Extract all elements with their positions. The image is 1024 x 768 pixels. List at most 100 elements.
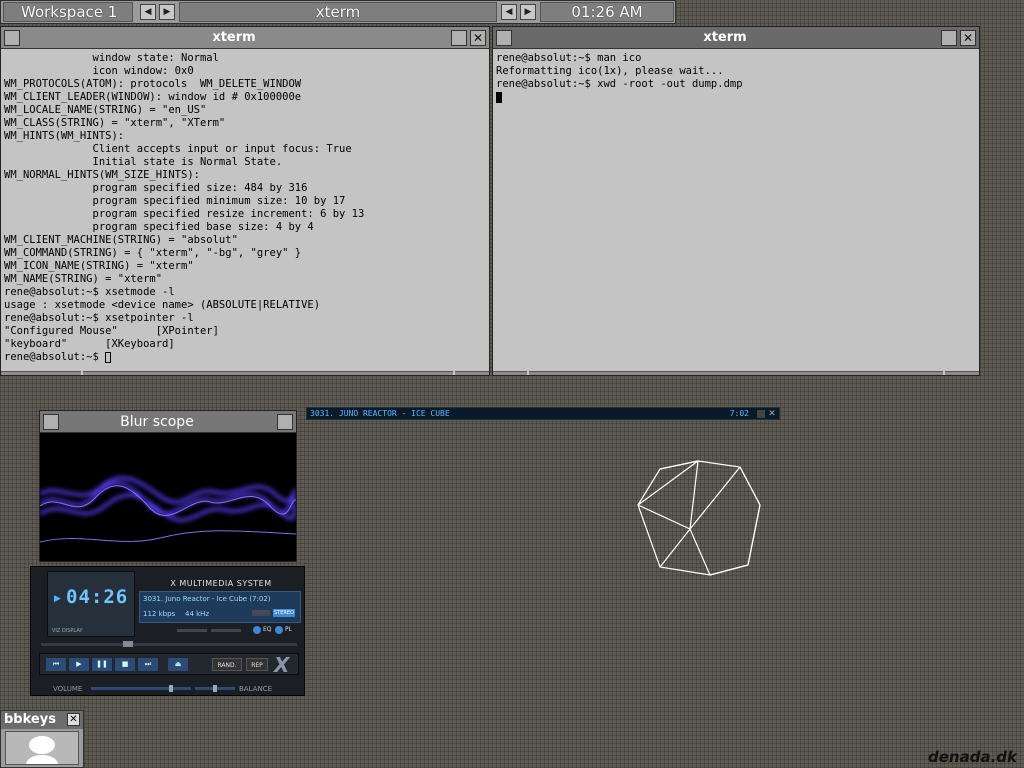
terminal-line: program specified resize increment: 6 by… bbox=[4, 208, 365, 220]
terminal-line: icon window: 0x0 bbox=[4, 65, 194, 77]
eject-icon: ⏏ bbox=[174, 660, 182, 668]
xmms-player-window[interactable]: ▶ 04:26 VIZ DISPLAY X MULTIMEDIA SYSTEM … bbox=[30, 566, 305, 696]
stop-icon: ■ bbox=[121, 660, 129, 668]
blur-scope-titlebar[interactable]: Blur scope bbox=[40, 411, 296, 433]
volume-handle[interactable] bbox=[169, 685, 173, 692]
play-indicator-icon: ▶ bbox=[54, 594, 61, 604]
right-arrow-icon: ▶ bbox=[163, 7, 171, 17]
shuffle-button[interactable]: RAND. bbox=[212, 658, 242, 671]
xterm-right-window[interactable]: xterm ✕ rene@absolut:~$ man ico Reformatt… bbox=[492, 26, 980, 376]
pause-button[interactable]: ❚❚ bbox=[92, 658, 112, 671]
bottom-handle[interactable] bbox=[529, 371, 943, 375]
xterm-left-window[interactable]: xterm ✕ window state: Normal icon window… bbox=[0, 26, 490, 376]
face-icon bbox=[26, 736, 58, 764]
terminal-line: window state: Normal bbox=[4, 52, 219, 64]
playlist-shade-bar[interactable]: 3031. JUNO REACTOR - ICE CUBE 7:02 ✕ bbox=[306, 407, 780, 420]
resize-handle-left[interactable] bbox=[493, 371, 527, 375]
close-button[interactable] bbox=[277, 414, 293, 430]
xterm-left-titlebar[interactable]: xterm ✕ bbox=[1, 27, 489, 49]
bbkeys-titlebar[interactable]: bbkeys ✕ bbox=[1, 711, 83, 729]
minimize-button[interactable] bbox=[4, 30, 20, 46]
close-button[interactable]: ✕ bbox=[960, 30, 976, 46]
pl-label: PL bbox=[285, 626, 292, 633]
terminal-line: rene@absolut:~$ xsetpointer -l bbox=[4, 312, 194, 324]
close-icon: ✕ bbox=[472, 31, 484, 45]
playlist-time-label: 7:02 bbox=[729, 409, 749, 418]
workspace-prev-button[interactable]: ◀ bbox=[140, 4, 156, 20]
terminal-line: WM_CLIENT_LEADER(WINDOW): window id # 0x… bbox=[4, 91, 302, 103]
resize-handle-left[interactable] bbox=[1, 371, 81, 375]
eq-label: EQ bbox=[263, 626, 272, 633]
playlist-toggle-button[interactable] bbox=[275, 626, 283, 634]
next-button[interactable]: ⏭ bbox=[138, 658, 158, 671]
terminal-line: usage : xsetmode <device name> (ABSOLUTE… bbox=[4, 299, 321, 311]
bbkeys-window[interactable]: bbkeys ✕ bbox=[0, 710, 84, 768]
terminal-line: WM_CLIENT_MACHINE(STRING) = "absolut" bbox=[4, 234, 238, 246]
playlist-minimize-button[interactable] bbox=[757, 410, 765, 418]
terminal-line: WM_NAME(STRING) = "xterm" bbox=[4, 273, 163, 285]
eq-toggle-button[interactable] bbox=[253, 626, 261, 634]
terminal-line: WM_CLASS(STRING) = "xterm", "XTerm" bbox=[4, 117, 226, 129]
seek-handle[interactable] bbox=[123, 641, 133, 647]
terminal-line: rene@absolut:~$ man ico bbox=[496, 52, 642, 64]
seek-bar[interactable] bbox=[41, 643, 297, 646]
window-title: Blur scope bbox=[120, 414, 194, 430]
play-icon: ▶ bbox=[76, 660, 82, 668]
resize-handle-right[interactable] bbox=[455, 371, 489, 375]
terminal-line: "Configured Mouse" [XPointer] bbox=[4, 325, 219, 337]
playlist-close-button[interactable]: ✕ bbox=[767, 409, 777, 419]
terminal-line: program specified minimum size: 10 by 17 bbox=[4, 195, 346, 207]
vis-label: VIZ DISPLAY bbox=[52, 628, 83, 634]
window-title: xterm bbox=[212, 30, 256, 45]
playlist-track-label: 3031. JUNO REACTOR - ICE CUBE bbox=[310, 409, 450, 418]
maximize-button[interactable] bbox=[941, 30, 957, 46]
volume-slider[interactable] bbox=[91, 687, 191, 690]
window-prev-button[interactable]: ◀ bbox=[501, 4, 517, 20]
terminal-output[interactable]: window state: Normal icon window: 0x0 WM_… bbox=[4, 52, 486, 370]
balance-handle[interactable] bbox=[213, 685, 217, 692]
player-header: X MULTIMEDIA SYSTEM bbox=[170, 579, 272, 588]
previous-icon: ⏮ bbox=[52, 660, 60, 668]
eject-button[interactable]: ⏏ bbox=[168, 658, 188, 671]
bbkeys-icon-area[interactable] bbox=[5, 731, 79, 765]
play-button[interactable]: ▶ bbox=[69, 658, 89, 671]
xterm-right-titlebar[interactable]: xterm ✕ bbox=[493, 27, 979, 49]
toolbar: Workspace 1 ◀ ▶ xterm ◀ ▶ 01:26 AM bbox=[0, 0, 676, 24]
right-arrow-icon: ▶ bbox=[524, 7, 532, 17]
terminal-line: rene@absolut:~$ xsetmode -l bbox=[4, 286, 175, 298]
volume-mini-slider[interactable] bbox=[177, 629, 207, 632]
terminal-line: program specified size: 484 by 316 bbox=[4, 182, 308, 194]
window-title: xterm bbox=[703, 30, 747, 45]
scope-visualization bbox=[40, 476, 296, 543]
minimize-button[interactable] bbox=[43, 414, 59, 430]
maximize-button[interactable] bbox=[451, 30, 467, 46]
terminal-line: "keyboard" [XKeyboard] bbox=[4, 338, 175, 350]
song-title: 3031. Juno Reactor - Ice Cube (7:02) bbox=[143, 595, 271, 603]
previous-button[interactable]: ⏮ bbox=[46, 658, 66, 671]
workspace-next-button[interactable]: ▶ bbox=[159, 4, 175, 20]
window-next-button[interactable]: ▶ bbox=[520, 4, 536, 20]
terminal-line: Initial state is Normal State. bbox=[4, 156, 283, 168]
workspace-label: Workspace 1 bbox=[21, 3, 118, 21]
close-button[interactable]: ✕ bbox=[67, 713, 80, 726]
stereo-indicator: STEREO bbox=[273, 609, 295, 617]
bitrate-label: 112 kbps bbox=[143, 610, 176, 618]
terminal-cursor bbox=[496, 91, 502, 103]
repeat-button[interactable]: REP bbox=[246, 658, 268, 671]
close-button[interactable]: ✕ bbox=[470, 30, 486, 46]
time-display: 04:26 bbox=[66, 586, 129, 608]
terminal-line bbox=[496, 91, 976, 104]
blur-scope-window[interactable]: Blur scope bbox=[39, 410, 297, 562]
terminal-line: WM_COMMAND(STRING) = { "xterm", "-bg", "… bbox=[4, 247, 302, 259]
next-icon: ⏭ bbox=[144, 660, 152, 668]
bottom-handle[interactable] bbox=[83, 371, 453, 375]
left-arrow-icon: ◀ bbox=[144, 7, 152, 17]
terminal-line: Reformatting ico(1x), please wait... bbox=[496, 65, 724, 77]
pause-icon: ❚❚ bbox=[96, 660, 108, 668]
stop-button[interactable]: ■ bbox=[115, 658, 135, 671]
terminal-output[interactable]: rene@absolut:~$ man ico Reformatting ico(… bbox=[496, 52, 976, 370]
balance-mini-slider[interactable] bbox=[211, 629, 241, 632]
terminal-line: WM_NORMAL_HINTS(WM_SIZE_HINTS): bbox=[4, 169, 200, 181]
minimize-button[interactable] bbox=[496, 30, 512, 46]
resize-handle-right[interactable] bbox=[945, 371, 979, 375]
